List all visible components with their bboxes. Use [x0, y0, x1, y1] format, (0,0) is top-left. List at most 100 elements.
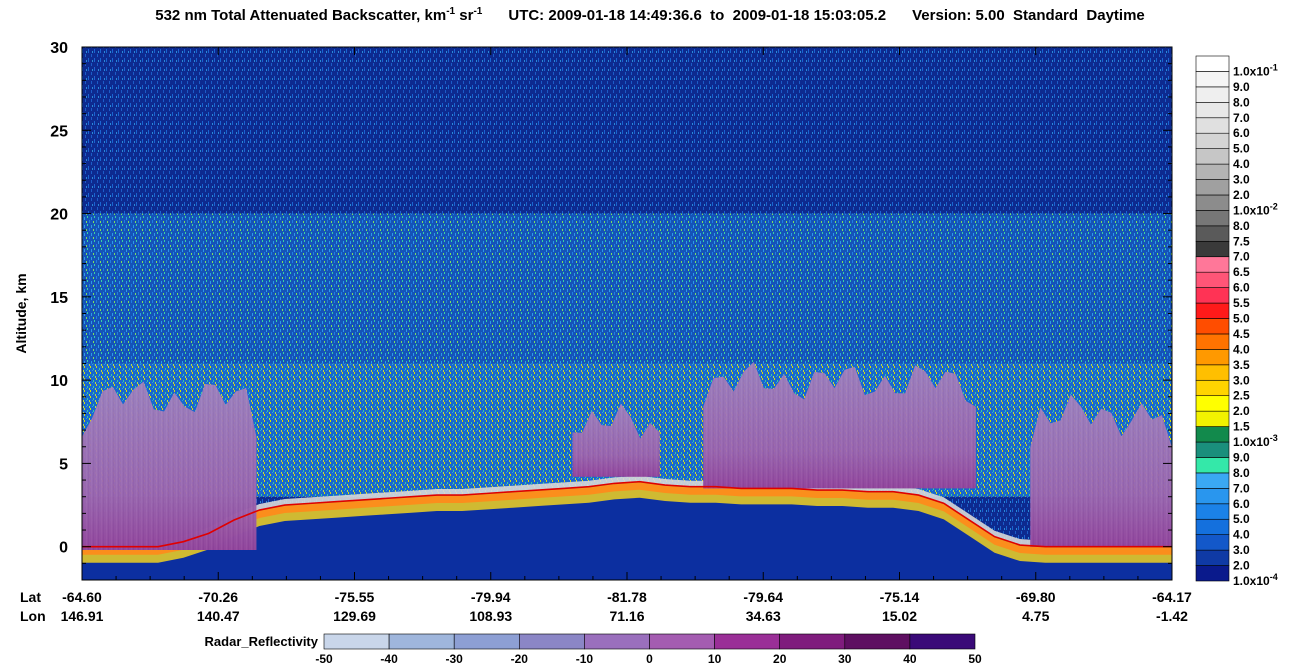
colorbar-swatch	[1195, 549, 1230, 566]
colorbar-label: 2.0	[1233, 559, 1250, 573]
radar-tick-label: -40	[380, 652, 398, 666]
colorbar-label: 9.0	[1233, 80, 1250, 94]
y-tick-label: 10	[50, 373, 68, 390]
radar-colorbar-swatch	[323, 633, 390, 650]
colorbar-label: 2.5	[1233, 389, 1250, 403]
colorbar-label: 4.0	[1233, 528, 1250, 542]
colorbar-label: 1.0x10-3	[1233, 433, 1278, 449]
colorbar-label: 3.0	[1233, 173, 1250, 187]
lat-tick-label: -70.26	[198, 589, 238, 605]
colorbar-label: 4.0	[1233, 157, 1250, 171]
lon-tick-label: 15.02	[882, 608, 917, 624]
backscatter-chart: 0 5 10 15 20 25 30 Altitude, km -64.60 146.91 -70.…	[13, 40, 1278, 666]
y-tick-label: 20	[50, 207, 68, 224]
lat-tick-label: -75.55	[335, 589, 375, 605]
lat-tick-label: -79.94	[471, 589, 511, 605]
colorbar-swatch	[1195, 410, 1230, 427]
colorbar-label: 7.0	[1233, 250, 1250, 264]
radar-colorbar-swatch	[844, 633, 911, 650]
backscatter-colorbar: 1.0x10-42.03.04.05.06.07.08.09.01.0x10-3…	[1195, 55, 1278, 588]
colorbar-label: 8.0	[1233, 95, 1250, 109]
colorbar-label: 6.0	[1233, 281, 1250, 295]
colorbar-label: 4.0	[1233, 342, 1250, 356]
colorbar-label: 7.5	[1233, 234, 1250, 248]
lat-row-label: Lat	[20, 589, 41, 605]
colorbar-label: 1.0x10-4	[1233, 572, 1278, 588]
colorbar-label: 2.0	[1233, 188, 1250, 202]
colorbar-swatch	[1195, 534, 1230, 551]
lon-tick-label: 4.75	[1022, 608, 1049, 624]
radar-tick-label: -50	[315, 652, 333, 666]
colorbar-swatch	[1195, 457, 1230, 474]
colorbar-label: 6.0	[1233, 497, 1250, 511]
radar-colorbar-swatch	[518, 633, 585, 650]
colorbar-swatch	[1195, 55, 1230, 72]
colorbar-label: 8.0	[1233, 219, 1250, 233]
radar-colorbar-title: Radar_Reflectivity	[205, 634, 319, 649]
radar-colorbar-swatch	[649, 633, 715, 650]
mid-atmosphere-noise	[82, 213, 1172, 364]
lon-tick-label: 140.47	[197, 608, 240, 624]
colorbar-label: 5.0	[1233, 512, 1250, 526]
colorbar-swatch	[1195, 102, 1230, 119]
colorbar-swatch	[1195, 132, 1230, 149]
colorbar-swatch	[1195, 503, 1230, 520]
colorbar-label: 5.5	[1233, 296, 1250, 310]
radar-colorbar-swatch	[779, 633, 846, 650]
colorbar-label: 6.5	[1233, 265, 1250, 279]
radar-tick-label: 40	[903, 652, 917, 666]
plot-area	[81, 46, 1173, 581]
colorbar-swatch	[1195, 163, 1230, 180]
lon-tick-label: 108.93	[469, 608, 512, 624]
colorbar-swatch	[1195, 333, 1230, 350]
lat-tick-label: -79.64	[743, 589, 783, 605]
colorbar-label: 3.0	[1233, 543, 1250, 557]
colorbar-swatch	[1195, 148, 1230, 165]
colorbar-label: 4.5	[1233, 327, 1250, 341]
colorbar-swatch	[1195, 210, 1230, 227]
lat-tick-label: -81.78	[607, 589, 647, 605]
radar-colorbar-swatch	[388, 633, 455, 650]
colorbar-swatch	[1195, 240, 1230, 258]
colorbar-swatch	[1195, 426, 1230, 443]
radar-tick-label: -30	[446, 652, 464, 666]
radar-tick-label: 50	[968, 652, 982, 666]
y-tick-label: 5	[59, 456, 68, 473]
lat-tick-label: -64.60	[62, 589, 102, 605]
colorbar-label: 3.5	[1233, 358, 1250, 372]
y-tick-label: 0	[59, 540, 68, 557]
lat-tick-label: -69.80	[1016, 589, 1056, 605]
radar-tick-label: 0	[646, 652, 653, 666]
colorbar-label: 5.0	[1233, 142, 1250, 156]
colorbar-swatch	[1195, 71, 1230, 88]
colorbar-label: 1.5	[1233, 420, 1250, 434]
lon-tick-label: 71.16	[609, 608, 644, 624]
lon-tick-label: -1.42	[1156, 608, 1188, 624]
colorbar-swatch	[1195, 488, 1230, 505]
radar-tick-label: 10	[708, 652, 722, 666]
colorbar-swatch	[1195, 271, 1230, 288]
radar-colorbar: -50 -40 -30 -20 -10 0 10 20 30 40 50 Radar_Reflecti…	[205, 633, 982, 666]
colorbar-swatch	[1195, 287, 1230, 304]
colorbar-swatch	[1195, 225, 1230, 242]
colorbar-swatch	[1195, 441, 1230, 458]
lon-row-label: Lon	[20, 608, 46, 624]
radar-cloud-texture	[82, 381, 257, 551]
radar-colorbar-swatch	[453, 633, 520, 650]
lon-tick-label: 34.63	[746, 608, 781, 624]
colorbar-label: 7.0	[1233, 111, 1250, 125]
colorbar-label: 3.0	[1233, 373, 1250, 387]
colorbar-label: 1.0x10-1	[1233, 62, 1278, 78]
colorbar-swatch	[1195, 86, 1230, 103]
radar-tick-label: 20	[773, 652, 787, 666]
colorbar-label: 1.0x10-2	[1233, 201, 1278, 217]
y-tick-label: 15	[50, 290, 68, 307]
colorbar-swatch	[1195, 194, 1230, 211]
lon-tick-label: 129.69	[333, 608, 376, 624]
radar-colorbar-swatch	[714, 633, 780, 650]
y-tick-label: 30	[50, 40, 68, 57]
lon-tick-label: 146.91	[61, 608, 104, 624]
colorbar-swatch	[1195, 379, 1230, 397]
radar-tick-label: 30	[838, 652, 852, 666]
lat-tick-label: -64.17	[1152, 589, 1192, 605]
